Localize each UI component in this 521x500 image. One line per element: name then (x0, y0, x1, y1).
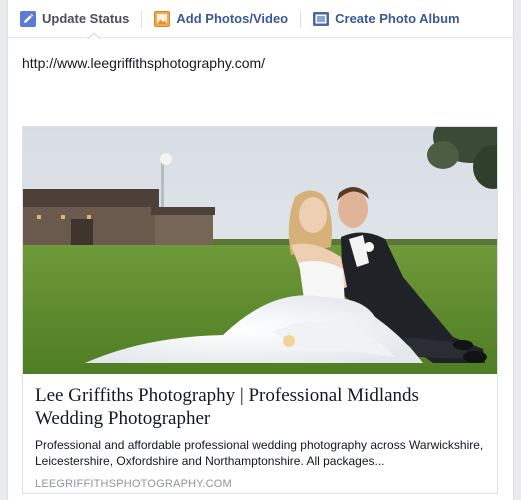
tab-label: Add Photos/Video (176, 11, 289, 26)
tab-divider (300, 9, 302, 28)
link-preview-body: Lee Griffiths Photography | Professional… (23, 374, 497, 490)
photo-icon (154, 10, 171, 27)
wedding-photo-illustration (23, 127, 497, 374)
pencil-icon (20, 10, 36, 27)
post-composer: Update Status Add Photos/Video Create Ph… (7, 0, 514, 500)
status-input[interactable]: http://www.leegriffithsphotography.com/ (22, 55, 265, 71)
link-preview-card[interactable]: Lee Griffiths Photography | Professional… (22, 126, 498, 494)
link-preview-domain: LEEGRIFFITHSPHOTOGRAPHY.COM (35, 478, 232, 490)
tab-add-photos-video[interactable]: Add Photos/Video (154, 0, 300, 38)
tab-create-photo-album[interactable]: Create Photo Album (313, 0, 471, 38)
link-preview-title[interactable]: Lee Griffiths Photography | Professional… (35, 384, 485, 430)
tab-label: Create Photo Album (335, 11, 460, 26)
tab-update-status[interactable]: Update Status (20, 0, 141, 40)
album-icon (313, 11, 330, 27)
composer-tabs: Update Status Add Photos/Video Create Ph… (8, 0, 513, 40)
tab-label: Update Status (42, 11, 130, 26)
link-preview-image (23, 127, 497, 374)
link-preview-description: Professional and affordable professional… (35, 438, 484, 468)
tab-divider (141, 9, 143, 28)
